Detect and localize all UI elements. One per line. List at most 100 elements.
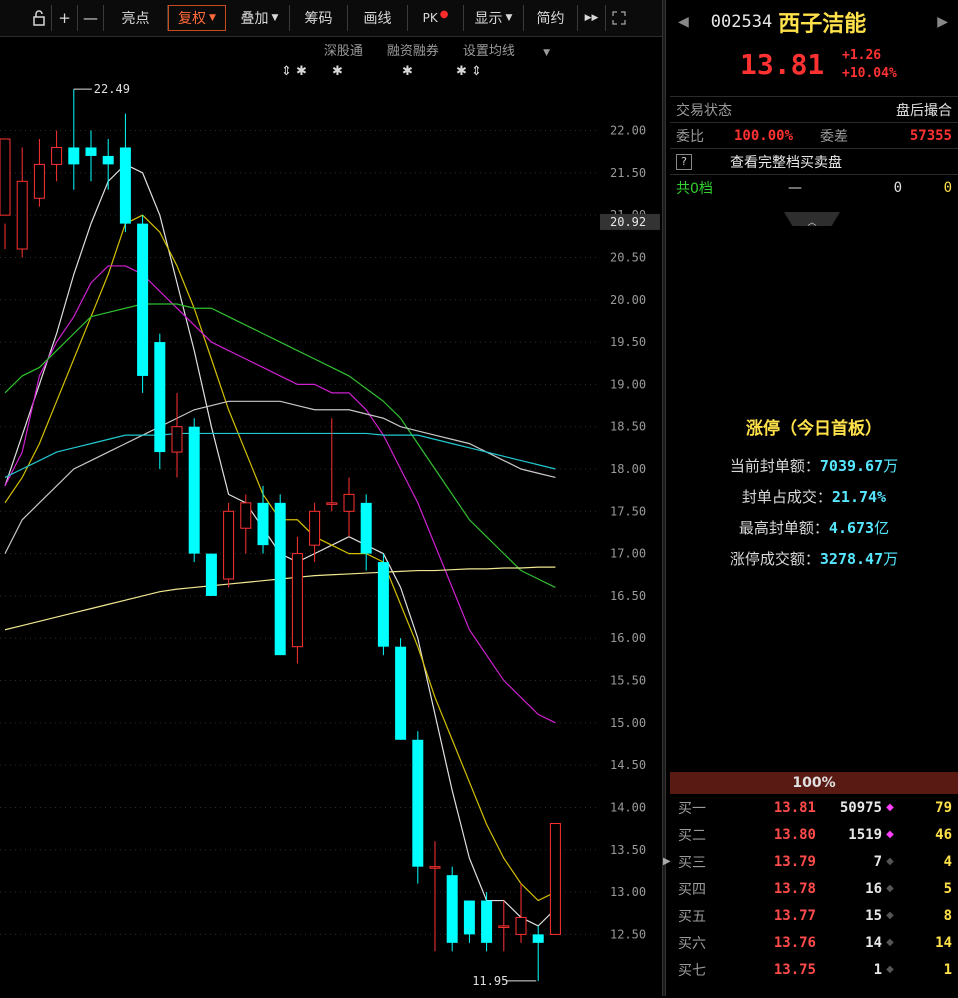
kline-svg: 22.0021.5021.0020.5020.0019.5019.0018.50…: [0, 82, 660, 988]
pk-button[interactable]: PK ●: [408, 5, 464, 31]
limit-stat-value: 7039.67: [819, 457, 884, 475]
trade-status-row: 交易状态 盘后撮合: [670, 97, 958, 123]
panel-divider[interactable]: ▶: [662, 0, 671, 996]
highlight-button[interactable]: 亮点: [104, 5, 168, 31]
event-marker-icon[interactable]: ✱: [402, 64, 413, 79]
lock-icon[interactable]: [26, 5, 52, 31]
limit-stat-value: 21.74%: [831, 488, 887, 506]
book-level-label: 买二: [678, 827, 706, 844]
book-row[interactable]: 买六 13.76 14 ◆ 14: [670, 929, 958, 956]
book-row[interactable]: 买二 13.80 1519 ◆ 46: [670, 821, 958, 848]
candle-body: [532, 934, 544, 943]
overlay-label: 叠加: [240, 11, 269, 27]
book-percent-bar: 100%: [670, 772, 958, 794]
candle-body: [343, 493, 355, 512]
book-price: 13.80: [773, 826, 816, 843]
book-volume: 50975: [839, 799, 882, 816]
chevron-down-icon: ▼: [209, 13, 216, 23]
fullscreen-icon[interactable]: [606, 5, 632, 31]
help-icon[interactable]: ?: [676, 153, 692, 170]
book-row[interactable]: 买一 13.81 50975 ◆ 79: [670, 794, 958, 821]
book-count: 5: [943, 880, 952, 897]
y-tick-label: 13.50: [610, 843, 646, 857]
candle-body: [429, 866, 441, 869]
levels-row: 共0档 — 0 0: [670, 175, 958, 201]
book-row[interactable]: 买三 13.79 7 ◆ 4: [670, 848, 958, 875]
levels-label: 共0档: [676, 181, 713, 197]
trade-status-value: 盘后撮合: [896, 102, 952, 119]
y-tick-label: 17.00: [610, 547, 646, 561]
book-row[interactable]: 买四 13.78 16 ◆ 5: [670, 875, 958, 902]
simple-mode-button[interactable]: 简约: [524, 5, 578, 31]
event-marker-icon[interactable]: ⇕ ✱: [281, 64, 307, 79]
zoom-out-button[interactable]: —: [78, 5, 104, 31]
y-tick-label: 16.50: [610, 589, 646, 603]
limit-stat-unit: 亿: [874, 519, 890, 537]
chevron-down-icon: ▼: [543, 47, 550, 58]
book-row[interactable]: 买七 13.75 1 ◆ 1: [670, 956, 958, 983]
book-price: 13.79: [773, 853, 816, 870]
chips-button[interactable]: 筹码: [290, 5, 348, 31]
book-level-label: 买六: [678, 935, 706, 952]
diff-value: 57355: [909, 127, 952, 144]
y-tick-label: 19.50: [610, 335, 646, 349]
restore-rights-dropdown[interactable]: 复权 ▼: [168, 5, 226, 31]
book-level-label: 买四: [678, 881, 706, 898]
expand-tab[interactable]: ︿: [784, 212, 840, 226]
full-book-row[interactable]: ? 查看完整档买卖盘: [670, 149, 958, 175]
chart-toolbar: + — 亮点 复权 ▼ 叠加 ▼ 筹码 画线 PK ● 显示 ▼ 简约 ▶▶: [0, 0, 662, 37]
ratio-label: 委比: [676, 128, 704, 145]
candle-body: [274, 502, 286, 656]
y-tick-label: 18.00: [610, 462, 646, 476]
chevron-down-icon: ▼: [505, 13, 513, 23]
low-label: 11.95: [472, 974, 508, 988]
diamond-icon: ◆: [886, 856, 894, 867]
last-price: 13.81: [740, 48, 825, 81]
limit-stat-row: 当前封单额：7039.67万: [670, 455, 958, 476]
full-book-link[interactable]: 查看完整档买卖盘: [730, 152, 842, 172]
zoom-in-button[interactable]: +: [52, 5, 78, 31]
order-ratio-row: 委比 100.00% 委差 57355: [670, 123, 958, 149]
collapse-arrow-icon[interactable]: ▶: [663, 856, 671, 867]
fast-forward-button[interactable]: ▶▶: [578, 5, 606, 31]
book-row[interactable]: 买五 13.77 15 ◆ 8: [670, 902, 958, 929]
book-volume: 16: [865, 880, 882, 897]
kline-chart[interactable]: 22.0021.5021.0020.5020.0019.5019.0018.50…: [0, 82, 662, 994]
trade-status-label: 交易状态: [676, 102, 732, 119]
candle-body: [137, 223, 149, 376]
prev-stock-icon[interactable]: ◀: [678, 14, 689, 30]
display-label: 显示: [474, 11, 503, 27]
book-count: 14: [935, 934, 952, 951]
ma-line: [4, 432, 556, 478]
next-stock-icon[interactable]: ▶: [937, 14, 948, 30]
y-tick-label: 17.50: [610, 504, 646, 518]
candle-body: [33, 163, 45, 199]
event-marker-icon[interactable]: ✱: [332, 64, 343, 79]
book-price: 13.76: [773, 934, 816, 951]
y-tick-label: 22.00: [610, 124, 646, 138]
diamond-icon: ◆: [886, 964, 894, 975]
overlay-dropdown[interactable]: 叠加 ▼: [230, 5, 290, 31]
diamond-icon: ◆: [886, 829, 894, 840]
book-level-label: 买一: [678, 800, 706, 817]
candle-body: [0, 138, 11, 216]
margin-trading-link[interactable]: 融资融券: [387, 40, 439, 59]
limit-up-panel: 涨停（今日首板） 当前封单额：7039.67万 封单占成交：21.74% 最高封单额…: [670, 414, 958, 579]
limit-up-title: 涨停（今日首板）: [746, 419, 882, 439]
draw-line-button[interactable]: 画线: [348, 5, 408, 31]
display-dropdown[interactable]: 显示 ▼: [464, 5, 524, 31]
book-volume: 1: [873, 961, 882, 978]
limit-stat-label: 最高封单额：: [738, 519, 829, 537]
pk-label: PK: [422, 11, 438, 25]
event-marker-icon[interactable]: ✱ ⇕: [456, 64, 482, 79]
book-level-label: 买五: [678, 908, 706, 925]
limit-stat-label: 涨停成交额：: [729, 550, 820, 568]
y-tick-label: 13.00: [610, 885, 646, 899]
limit-stat-row: 最高封单额：4.673亿: [670, 517, 958, 538]
red-dot-icon: ●: [439, 8, 449, 20]
y-tick-label: 21.50: [610, 166, 646, 180]
shenguotong-link[interactable]: 深股通: [324, 40, 363, 59]
limit-stat-row: 封单占成交：21.74%: [670, 486, 958, 507]
chevron-down-icon: ▼: [271, 13, 279, 23]
ma-settings-dropdown[interactable]: 设置均线 ▼: [463, 40, 574, 59]
